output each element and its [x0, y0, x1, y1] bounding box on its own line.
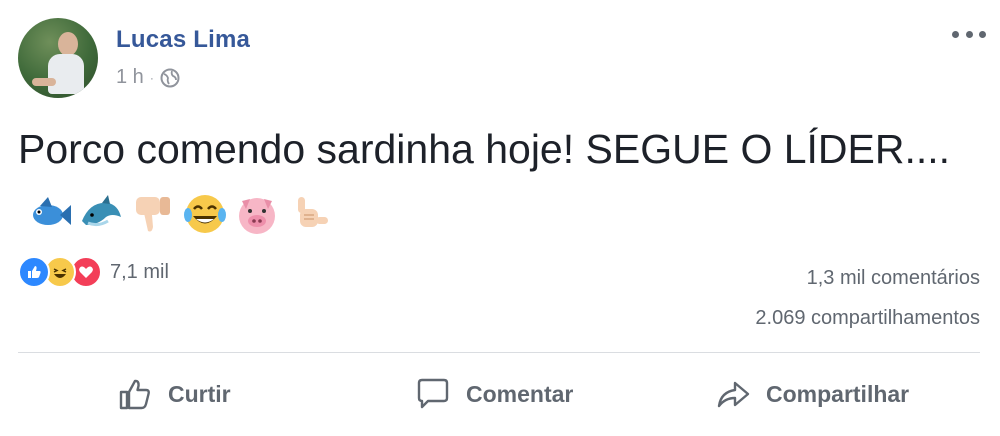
- action-bar: Curtir Comentar Compartilhar: [0, 364, 1000, 424]
- share-label: Compartilhar: [766, 380, 910, 407]
- reaction-count[interactable]: 7,1 mil: [110, 261, 169, 284]
- avatar-body: [48, 54, 84, 94]
- thumbs-up-icon: [119, 379, 150, 410]
- meta-separator: ·: [149, 70, 154, 85]
- thumbs-down-emoji: [136, 197, 170, 232]
- post-stats: 1,3 mil comentários 2.069 compartilhamen…: [755, 258, 980, 338]
- share-button[interactable]: Compartilhar: [714, 364, 909, 424]
- post-message: Porco comendo sardinha hoje! SEGUE O LÍD…: [18, 126, 951, 172]
- facebook-post: Lucas Lima 1 h · Porco comendo sardinha …: [0, 0, 1000, 436]
- call-me-hand-emoji: [298, 197, 328, 228]
- comments-count[interactable]: 1,3 mil comentários: [755, 258, 980, 298]
- divider: [18, 352, 980, 353]
- speech-bubble-icon: [417, 378, 449, 409]
- fish-emoji: [33, 197, 71, 226]
- dolphin-emoji: [82, 195, 121, 227]
- avatar-arm: [32, 78, 56, 86]
- globe-icon[interactable]: [160, 68, 180, 88]
- like-label: Curtir: [168, 380, 231, 407]
- tears-of-joy-emoji: [184, 195, 226, 234]
- pig-emoji: [239, 198, 275, 235]
- like-reaction-icon: [18, 256, 50, 288]
- comment-label: Comentar: [466, 380, 574, 407]
- like-button[interactable]: Curtir: [116, 364, 231, 424]
- reactions-summary[interactable]: 7,1 mil: [18, 256, 169, 288]
- comment-button[interactable]: Comentar: [414, 364, 573, 424]
- author-name[interactable]: Lucas Lima: [116, 26, 250, 54]
- avatar-head: [58, 32, 78, 56]
- avatar[interactable]: [18, 18, 98, 98]
- post-meta: 1 h ·: [116, 66, 180, 89]
- share-arrow-icon: [717, 381, 750, 408]
- post-time[interactable]: 1 h: [116, 66, 144, 89]
- emoji-row: [26, 191, 332, 237]
- more-options-icon[interactable]: [952, 26, 986, 42]
- shares-count[interactable]: 2.069 compartilhamentos: [755, 298, 980, 338]
- post-text: Porco comendo sardinha hoje! SEGUE O LÍD…: [18, 118, 978, 242]
